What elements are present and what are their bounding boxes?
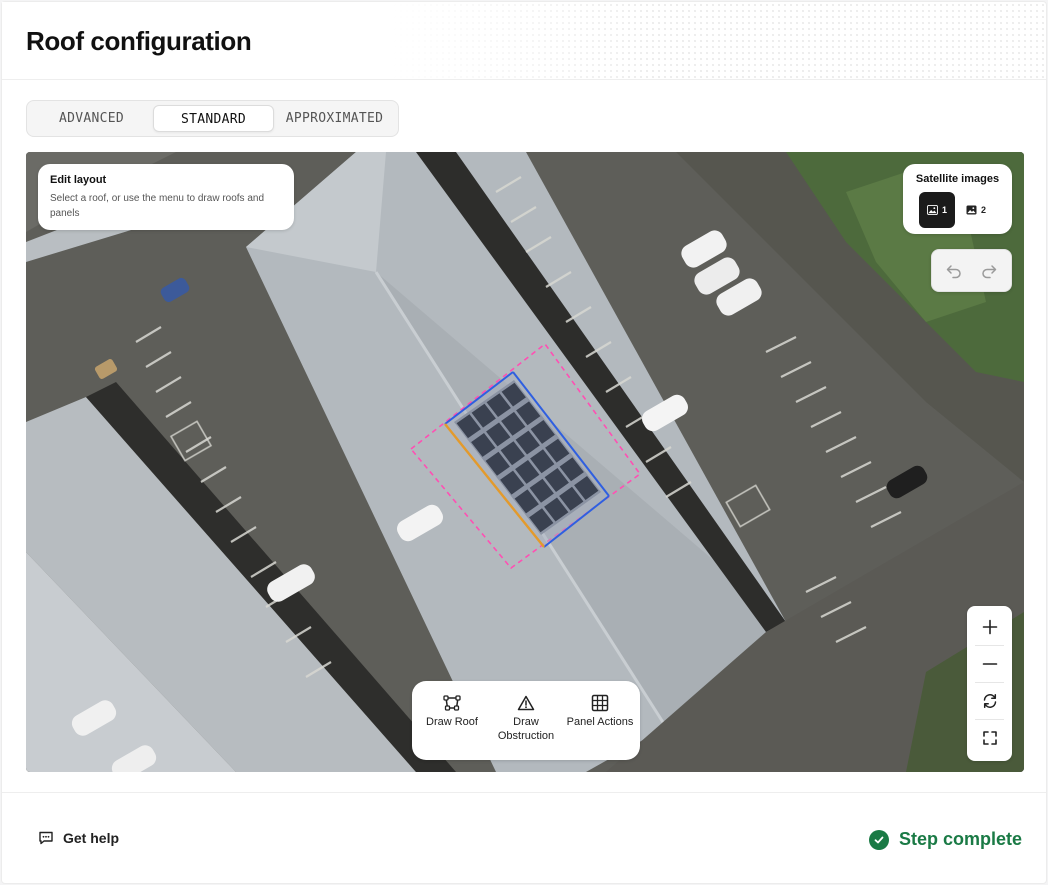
fullscreen-button[interactable] (967, 720, 1012, 756)
tab-approximated[interactable]: APPROXIMATED (274, 105, 395, 132)
zoom-in-button[interactable] (967, 609, 1012, 645)
page-title: Roof configuration (26, 26, 252, 56)
undo-icon (946, 265, 961, 279)
map-zoom-controls (967, 606, 1012, 761)
tab-standard[interactable]: STANDARD (153, 105, 274, 132)
edit-layout-description: Select a roof, or use the menu to draw r… (50, 193, 265, 219)
roof-polygon-icon (443, 695, 461, 711)
draw-obstruction-label: Draw Obstruction (497, 716, 555, 742)
zoom-out-button[interactable] (967, 646, 1012, 682)
satellite-image-2-label: 2 (980, 205, 986, 215)
tab-advanced[interactable]: ADVANCED (31, 105, 152, 132)
get-help-label: Get help (63, 830, 120, 846)
image-icon (927, 205, 938, 215)
panel-actions-label: Panel Actions (566, 716, 634, 728)
edit-layout-title: Edit layout (50, 174, 107, 186)
draw-obstruction-button[interactable]: Draw Obstruction (488, 693, 564, 743)
header: Roof configuration (2, 2, 1046, 80)
satellite-images-title: Satellite images (915, 173, 1000, 185)
fullscreen-icon (982, 731, 997, 745)
get-help-link[interactable]: Get help (38, 830, 119, 846)
step-status: Step complete (868, 829, 1022, 850)
redo-icon (982, 265, 997, 279)
image-icon (966, 205, 977, 215)
panel-actions-button[interactable]: Panel Actions (562, 693, 638, 729)
draw-roof-label: Draw Roof (426, 716, 478, 728)
rotate-icon (983, 694, 996, 708)
step-complete-label: Step complete (898, 829, 1022, 849)
mode-tabs: ADVANCED STANDARD APPROXIMATED (26, 100, 399, 137)
reset-rotation-button[interactable] (967, 683, 1012, 719)
plus-icon (982, 619, 997, 635)
grid-icon (591, 694, 609, 712)
solar-array-overlay[interactable] (26, 152, 1024, 772)
warning-triangle-icon (517, 695, 535, 711)
satellite-image-1-button[interactable]: 1 (919, 192, 955, 228)
satellite-image-2-button[interactable]: 2 (958, 192, 994, 228)
redo-button[interactable] (978, 260, 1000, 282)
check-circle-icon (868, 829, 889, 850)
edit-layout-card: Edit layout Select a roof, or use the me… (38, 164, 294, 230)
chat-bubble-icon (39, 831, 53, 845)
history-controls (931, 249, 1012, 292)
satellite-image-1-label: 1 (941, 205, 947, 215)
satellite-images-card: Satellite images 1 2 (903, 164, 1012, 234)
drawing-toolbar: Draw Roof Draw Obstruction Panel Actions (412, 681, 640, 760)
minus-icon (982, 663, 997, 665)
undo-button[interactable] (943, 260, 965, 282)
roof-configuration-card: Roof configuration ADVANCED STANDARD APP… (1, 1, 1047, 884)
footer: Get help Step complete (2, 792, 1046, 885)
satellite-map[interactable]: Edit layout Select a roof, or use the me… (26, 152, 1024, 772)
draw-roof-button[interactable]: Draw Roof (414, 693, 490, 729)
